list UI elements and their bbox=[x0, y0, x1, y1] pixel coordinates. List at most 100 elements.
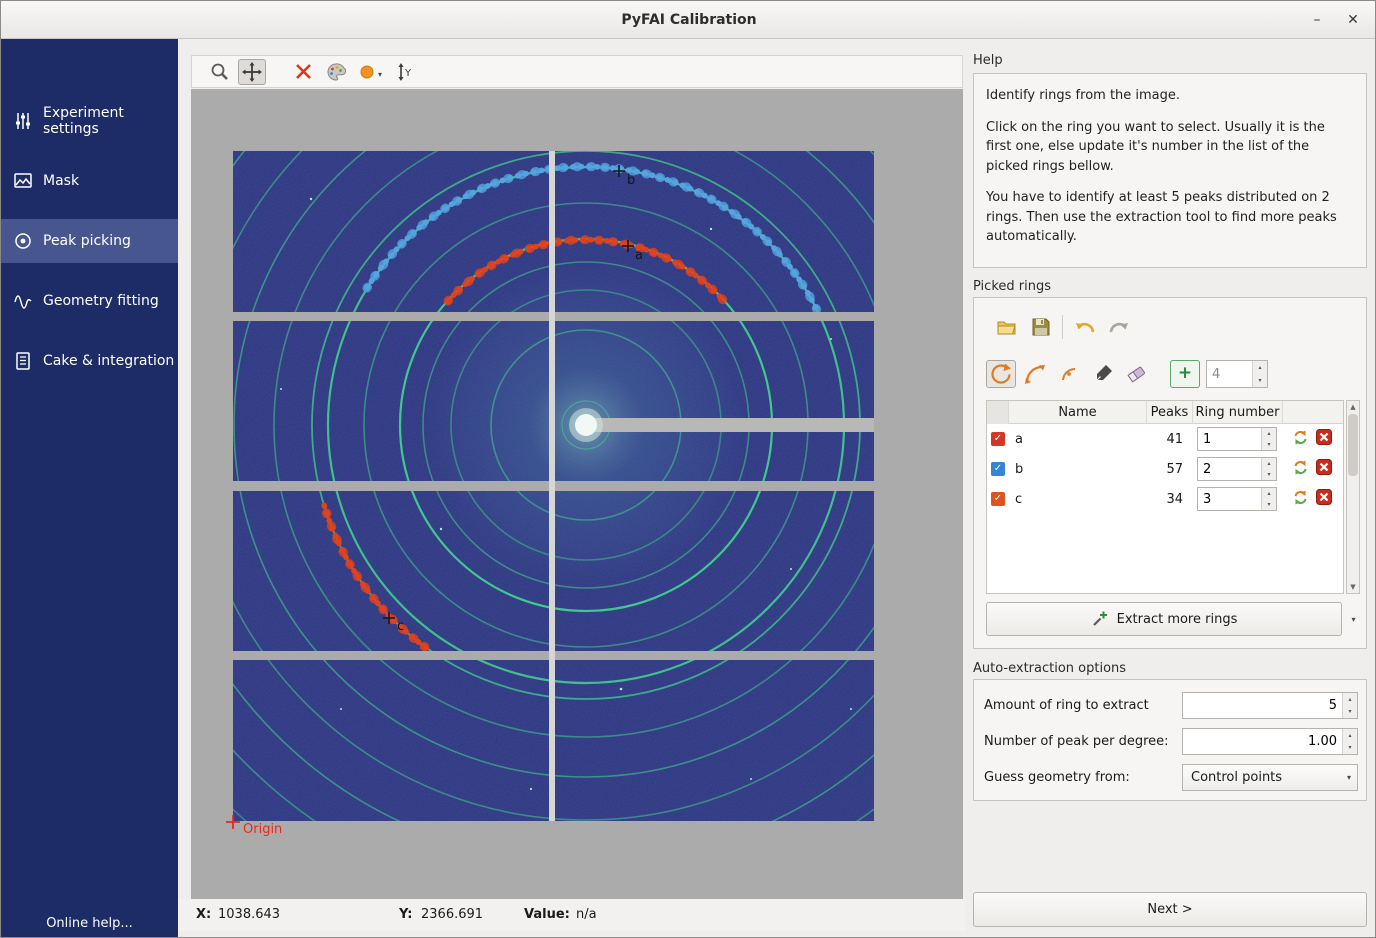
redo-button[interactable] bbox=[1106, 315, 1132, 339]
table-scrollbar[interactable]: ▲ ▼ bbox=[1346, 400, 1360, 594]
refresh-icon bbox=[1292, 459, 1309, 476]
eraser-tool[interactable] bbox=[1122, 360, 1152, 388]
help-paragraph: Click on the ring you want to select. Us… bbox=[986, 118, 1354, 177]
spin-up-icon[interactable]: ▴ bbox=[1343, 729, 1357, 742]
spin-down-icon[interactable]: ▾ bbox=[1262, 469, 1276, 480]
sidebar-item-label: Cake & integration bbox=[43, 353, 174, 369]
delete-icon bbox=[1316, 429, 1332, 445]
delete-ring-button[interactable] bbox=[1316, 459, 1332, 479]
ring-number-spinbox: ▴▾ bbox=[1197, 487, 1277, 511]
crosshair-color-button[interactable] bbox=[290, 59, 318, 85]
diffraction-plot[interactable]: a b c Origin bbox=[191, 89, 963, 899]
new-ring-number-input[interactable] bbox=[1207, 361, 1252, 387]
delete-ring-button[interactable] bbox=[1316, 429, 1332, 449]
pyfai-window: PyFAI Calibration – ✕ Experiment setting… bbox=[0, 0, 1376, 938]
spin-up-icon[interactable]: ▴ bbox=[1343, 693, 1357, 706]
notebook-icon bbox=[13, 351, 33, 371]
guess-geometry-combobox[interactable]: Control points ▾ bbox=[1182, 764, 1358, 791]
sidebar-item-mask[interactable]: Mask bbox=[1, 159, 178, 203]
ring-name: c bbox=[1009, 492, 1147, 507]
ring-number-input[interactable] bbox=[1198, 428, 1261, 450]
table-row[interactable]: ✓ b 57 ▴▾ bbox=[987, 454, 1343, 484]
arc-tool-icon bbox=[1023, 362, 1047, 386]
spin-up-icon[interactable]: ▴ bbox=[1253, 361, 1267, 374]
guess-geometry-value: Control points bbox=[1191, 770, 1347, 785]
statusbar: X: 1038.643 Y: 2366.691 Value: n/a bbox=[178, 899, 966, 931]
table-row[interactable]: ✓ a 41 ▴▾ bbox=[987, 424, 1343, 454]
extract-more-rings-button[interactable]: Extract more rings bbox=[986, 602, 1342, 636]
check-icon: ✓ bbox=[991, 492, 1005, 506]
pick-arc-tool[interactable] bbox=[1020, 360, 1050, 388]
sidebar-item-experiment-settings[interactable]: Experiment settings bbox=[1, 99, 178, 143]
y-axis-orientation-button[interactable]: Y bbox=[392, 59, 420, 85]
ring-number-input[interactable] bbox=[1198, 458, 1261, 480]
scrollbar-thumb[interactable] bbox=[1348, 414, 1358, 476]
spin-down-icon[interactable]: ▾ bbox=[1253, 374, 1267, 387]
pan-tool-button[interactable] bbox=[238, 59, 266, 85]
peak-per-degree-label: Number of peak per degree: bbox=[984, 728, 1169, 756]
pick-full-ring-tool[interactable] bbox=[986, 360, 1016, 388]
online-help-link[interactable]: Online help... bbox=[1, 916, 178, 931]
header-actions bbox=[1283, 401, 1341, 424]
spin-down-icon[interactable]: ▾ bbox=[1343, 706, 1357, 719]
add-ring-button[interactable]: + bbox=[1170, 360, 1200, 388]
extract-options-caret-icon[interactable]: ▾ bbox=[1346, 602, 1361, 636]
spin-down-icon[interactable]: ▾ bbox=[1343, 742, 1357, 755]
pick-pencil-tool[interactable] bbox=[1088, 360, 1118, 388]
picked-rings-table: Name Peaks Ring number ✓ a 41 ▴▾ bbox=[986, 400, 1344, 594]
spin-down-icon[interactable]: ▾ bbox=[1262, 439, 1276, 450]
spin-up-icon[interactable]: ▴ bbox=[1262, 428, 1276, 439]
sidebar: Experiment settings Mask Peak picking Ge… bbox=[1, 39, 178, 938]
colormap-button[interactable] bbox=[322, 59, 350, 85]
detector-panels bbox=[191, 89, 963, 899]
status-value-value: n/a bbox=[576, 899, 597, 931]
scroll-down-icon[interactable]: ▼ bbox=[1347, 581, 1359, 593]
close-button[interactable]: ✕ bbox=[1337, 1, 1369, 39]
next-button[interactable]: Next > bbox=[973, 892, 1367, 927]
ring-visible-checkbox[interactable]: ✓ bbox=[991, 492, 1005, 506]
header-checkbox-column bbox=[987, 401, 1009, 424]
plot-canvas: a b c Origin bbox=[191, 89, 963, 899]
status-value-label: Value: bbox=[524, 899, 570, 931]
ring-visible-checkbox[interactable]: ✓ bbox=[991, 462, 1005, 476]
refresh-ring-button[interactable] bbox=[1292, 429, 1309, 450]
ring-number-input[interactable] bbox=[1198, 488, 1261, 510]
sidebar-item-peak-picking[interactable]: Peak picking bbox=[1, 219, 178, 263]
delete-ring-button[interactable] bbox=[1316, 489, 1332, 509]
scroll-up-icon[interactable]: ▲ bbox=[1347, 401, 1359, 413]
mask-icon bbox=[13, 171, 33, 191]
help-paragraph: Identify rings from the image. bbox=[986, 86, 1354, 106]
zoom-tool-button[interactable] bbox=[206, 59, 234, 85]
module-gap bbox=[549, 151, 555, 821]
sidebar-item-geometry-fitting[interactable]: Geometry fitting bbox=[1, 279, 178, 323]
table-row[interactable]: ✓ c 34 ▴▾ bbox=[987, 484, 1343, 514]
refresh-ring-button[interactable] bbox=[1292, 459, 1309, 480]
peak-per-degree-spinbox: ▴▾ bbox=[1182, 728, 1358, 755]
open-ring-file-button[interactable] bbox=[994, 315, 1020, 339]
ring-number-spinbox: ▴▾ bbox=[1197, 457, 1277, 481]
save-ring-file-button[interactable] bbox=[1028, 315, 1054, 339]
redo-icon bbox=[1107, 316, 1131, 338]
beamstop-arm bbox=[586, 418, 874, 432]
floppy-save-icon bbox=[1030, 316, 1052, 338]
refresh-ring-button[interactable] bbox=[1292, 489, 1309, 510]
marker-style-caret-icon[interactable]: ▾ bbox=[378, 70, 382, 79]
spin-up-icon[interactable]: ▴ bbox=[1262, 488, 1276, 499]
peak-per-degree-input[interactable] bbox=[1183, 729, 1342, 754]
y-axis-icon: Y bbox=[395, 61, 417, 83]
status-y-value: 2366.691 bbox=[421, 899, 483, 931]
minimize-button[interactable]: – bbox=[1301, 1, 1333, 39]
table-header-row: Name Peaks Ring number bbox=[987, 401, 1343, 424]
undo-button[interactable] bbox=[1072, 315, 1098, 339]
ring-number-spinbox: ▴▾ bbox=[1197, 427, 1277, 451]
pick-point-tool[interactable] bbox=[1054, 360, 1084, 388]
help-title: Help bbox=[973, 53, 1003, 68]
ring-amount-input[interactable] bbox=[1183, 693, 1342, 718]
spin-down-icon[interactable]: ▾ bbox=[1262, 499, 1276, 510]
waveform-icon bbox=[13, 291, 33, 311]
spin-up-icon[interactable]: ▴ bbox=[1262, 458, 1276, 469]
delete-icon bbox=[1316, 489, 1332, 505]
ring-visible-checkbox[interactable]: ✓ bbox=[991, 432, 1005, 446]
sidebar-item-cake-integration[interactable]: Cake & integration bbox=[1, 339, 178, 383]
check-icon: ✓ bbox=[991, 432, 1005, 446]
